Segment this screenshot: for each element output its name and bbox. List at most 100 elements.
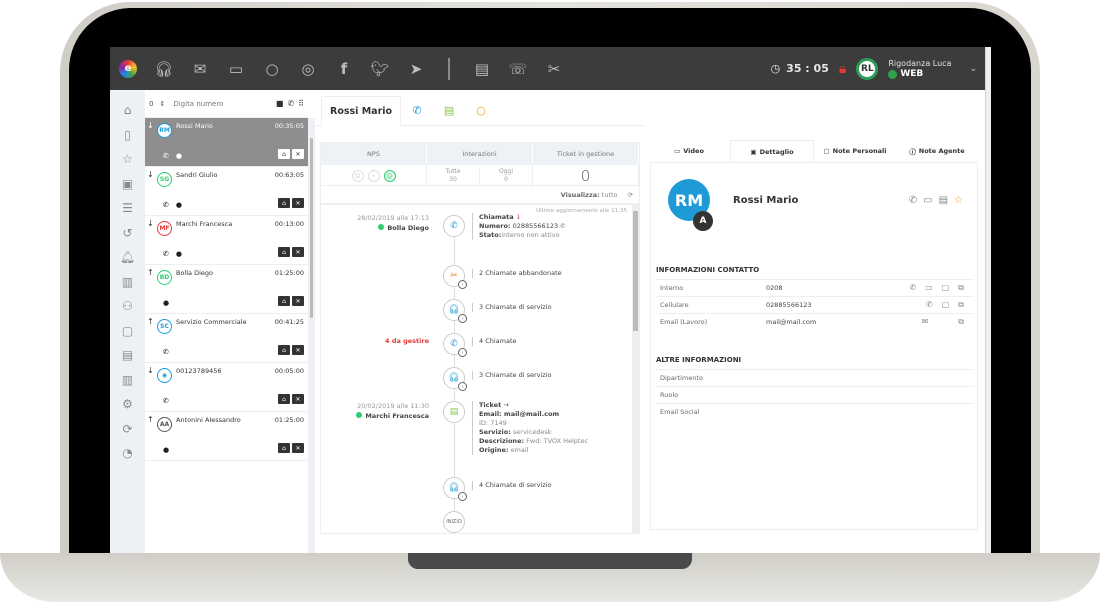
- video-icon[interactable]: ▭: [923, 195, 932, 206]
- home-icon[interactable]: ⌂: [110, 98, 145, 123]
- dial-input[interactable]: Digita numero: [173, 100, 276, 108]
- service-call-icon[interactable]: 🎧︎ ›: [443, 367, 467, 391]
- timeline-service[interactable]: 4 Chiamate di servizio: [472, 481, 551, 490]
- video-icon[interactable]: ▭: [218, 47, 254, 90]
- twitter-icon[interactable]: 🐦︎: [362, 47, 398, 90]
- star-icon[interactable]: ☆: [110, 147, 145, 172]
- view-filter[interactable]: Visualizza: tutto ⟳: [320, 186, 640, 204]
- close-icon[interactable]: ✕: [292, 443, 304, 453]
- service-call-icon[interactable]: 🎧︎ ›: [443, 477, 467, 501]
- lock-icon[interactable]: 🔒︎: [839, 61, 846, 77]
- bookmark-icon[interactable]: ▯: [110, 123, 145, 148]
- notes-icon[interactable]: ▢: [110, 319, 145, 344]
- call-icon[interactable]: ✆: [443, 215, 465, 237]
- team-icon[interactable]: ⚇: [110, 294, 145, 319]
- phone-tab-icon[interactable]: ✆: [401, 95, 433, 125]
- close-icon[interactable]: ✕: [292, 247, 304, 257]
- mail-icon[interactable]: ✉︎: [182, 47, 218, 90]
- dial-prefix[interactable]: 0: [149, 100, 153, 108]
- home-icon[interactable]: ⌂: [278, 443, 290, 453]
- home-icon[interactable]: ⌂: [278, 198, 290, 208]
- call-list-scrollbar[interactable]: [308, 118, 315, 553]
- user-avatar[interactable]: RL: [856, 57, 879, 80]
- user-info[interactable]: Rigodanza Luca WEB: [888, 58, 951, 80]
- timeline-call[interactable]: Chiamata ↓ Numero: 02885566123 ✆ Stato:i…: [472, 213, 566, 240]
- tab-agent-notes[interactable]: ⓘ Note Agente: [896, 140, 978, 162]
- phone-icon[interactable]: ✆: [163, 397, 169, 405]
- message-icon[interactable]: ▢: [942, 283, 950, 293]
- call-item[interactable]: ↑ AA Antonini Alessandro 01:25:00 ● ⌂ ✕: [145, 412, 308, 461]
- timeline-calls[interactable]: 4 Chiamate: [472, 337, 517, 346]
- chat-icon[interactable]: ●: [163, 299, 169, 307]
- refresh-icon[interactable]: ⟳: [628, 191, 633, 199]
- timeline-scrollbar[interactable]: [632, 205, 639, 533]
- phone-icon[interactable]: ✆: [163, 201, 169, 209]
- page-scrollbar[interactable]: [985, 47, 991, 553]
- favorite-star-icon[interactable]: ☆: [954, 195, 963, 206]
- service-call-icon[interactable]: 🎧︎ ›: [443, 299, 467, 323]
- callback-icon[interactable]: ☏: [500, 47, 536, 90]
- contacts-icon[interactable]: ▣: [110, 172, 145, 197]
- chat-tab-icon[interactable]: ○: [465, 95, 497, 125]
- menu-icon[interactable]: ☰: [110, 196, 145, 221]
- close-icon[interactable]: ✕: [292, 345, 304, 355]
- video-call-icon[interactable]: ■: [276, 99, 284, 108]
- sort-icon[interactable]: ⇕: [159, 100, 165, 108]
- phone-icon[interactable]: ✆: [287, 99, 294, 108]
- chat-icon[interactable]: ○: [254, 47, 290, 90]
- home-icon[interactable]: ⌂: [278, 247, 290, 257]
- dashboard-icon[interactable]: ◔: [110, 441, 145, 466]
- webchat-icon[interactable]: ◎: [290, 47, 326, 90]
- copy-icon[interactable]: ⧉: [958, 300, 964, 310]
- ticket-tab-icon[interactable]: ▤: [433, 95, 465, 125]
- chat-icon[interactable]: ●: [176, 250, 182, 258]
- timeline-service[interactable]: 3 Chiamate di servizio: [472, 371, 551, 380]
- call-icon[interactable]: ✆ ›: [443, 333, 467, 357]
- phone-icon[interactable]: ✆: [163, 152, 169, 160]
- tab-detail[interactable]: ▣ Dettaglio: [730, 140, 814, 162]
- sync-icon[interactable]: ⟳: [110, 417, 145, 442]
- logo-icon[interactable]: e: [110, 47, 146, 90]
- close-icon[interactable]: ✕: [292, 149, 304, 159]
- chat-icon[interactable]: ●: [176, 201, 182, 209]
- home-icon[interactable]: ⌂: [278, 149, 290, 159]
- clipboard-icon[interactable]: ▤: [464, 47, 500, 90]
- settings-icon[interactable]: ⚙: [110, 392, 145, 417]
- mail-icon[interactable]: ✉︎: [922, 317, 929, 327]
- video-icon[interactable]: ▭: [925, 283, 933, 293]
- phone-icon[interactable]: ✆: [909, 283, 916, 293]
- tab-personal-notes[interactable]: ▢ Note Personali: [814, 140, 896, 162]
- copy-icon[interactable]: ⧉: [958, 283, 964, 293]
- phone-icon[interactable]: ✆: [909, 195, 917, 206]
- close-icon[interactable]: ✕: [292, 394, 304, 404]
- chat-icon[interactable]: ●: [176, 152, 182, 160]
- fax-icon[interactable]: ▥: [110, 270, 145, 295]
- call-item[interactable]: ↓ SG Sandri Giulio 00:63:05 ✆ ● ⌂ ✕: [145, 167, 308, 216]
- call-item[interactable]: ↓ RM Rossi Mario 00:35:05 ✆ ● ⌂ ✕: [145, 118, 308, 167]
- timeline-ticket[interactable]: Ticket → Email: mail@mail.com ID: 7149 S…: [472, 401, 588, 455]
- home-icon[interactable]: ⌂: [278, 345, 290, 355]
- phone-icon[interactable]: ✆: [926, 300, 933, 310]
- tab-contact[interactable]: Rossi Mario: [321, 96, 402, 126]
- add-ticket-icon[interactable]: ▤: [939, 195, 948, 206]
- chevron-down-icon[interactable]: ⌄: [969, 64, 977, 74]
- chat-icon[interactable]: ●: [163, 446, 169, 454]
- close-icon[interactable]: ✕: [292, 198, 304, 208]
- call-item[interactable]: ↓ MF Marchi Francesca 00:13:00 ✆ ● ⌂ ✕: [145, 216, 308, 265]
- home-icon[interactable]: ⌂: [278, 394, 290, 404]
- call-item[interactable]: ↓ ◉ 00123789456 00:05:00 ✆ ⌂ ✕: [145, 363, 308, 412]
- tab-video[interactable]: ▭ Video: [648, 140, 730, 162]
- phone-icon[interactable]: ✆: [163, 348, 169, 356]
- clipboard-icon[interactable]: ▤: [110, 343, 145, 368]
- telegram-icon[interactable]: ➤: [398, 47, 434, 90]
- keypad-icon[interactable]: ⠿: [298, 99, 304, 108]
- bell-icon[interactable]: 🔔︎: [110, 245, 145, 270]
- timeline-abandoned[interactable]: 2 Chiamate abbandonate: [472, 269, 562, 278]
- stats-icon[interactable]: ▥: [110, 368, 145, 393]
- facebook-icon[interactable]: f: [326, 47, 362, 90]
- hangup-icon[interactable]: ✂: [536, 47, 572, 90]
- copy-icon[interactable]: ⧉: [958, 317, 964, 327]
- abandoned-call-icon[interactable]: ✂ ›: [443, 265, 467, 289]
- call-item[interactable]: ↑ BD Bolla Diego 01:25:00 ● ⌂ ✕: [145, 265, 308, 314]
- ticket-icon[interactable]: ▤: [443, 401, 465, 423]
